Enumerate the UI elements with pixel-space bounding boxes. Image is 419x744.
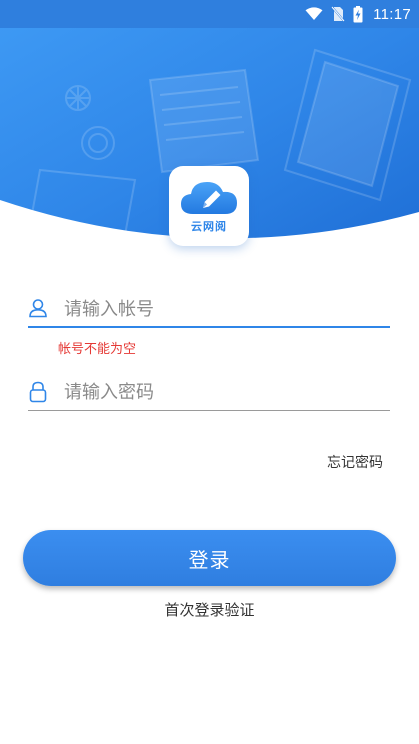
app-logo-text: 云网阅	[191, 220, 227, 233]
username-field	[28, 292, 390, 328]
wifi-icon	[305, 7, 323, 21]
forgot-password-link[interactable]: 忘记密码	[327, 452, 383, 472]
password-field	[28, 375, 390, 411]
first-login-verify-link[interactable]: 首次登录验证	[0, 599, 419, 620]
status-bar: 11:17	[0, 0, 419, 28]
username-underline	[28, 326, 390, 328]
app-logo: 云网阅	[169, 166, 249, 246]
login-button[interactable]: 登录	[23, 530, 396, 586]
username-error-text: 帐号不能为空	[58, 342, 137, 357]
lock-icon	[28, 381, 48, 407]
user-icon	[28, 298, 48, 322]
password-input[interactable]	[64, 375, 384, 409]
username-input[interactable]	[64, 292, 384, 326]
battery-charging-icon	[353, 5, 363, 23]
no-sim-icon	[331, 6, 345, 22]
cloud-pencil-icon	[181, 182, 237, 214]
password-underline	[28, 410, 390, 411]
status-time: 11:17	[373, 5, 411, 23]
